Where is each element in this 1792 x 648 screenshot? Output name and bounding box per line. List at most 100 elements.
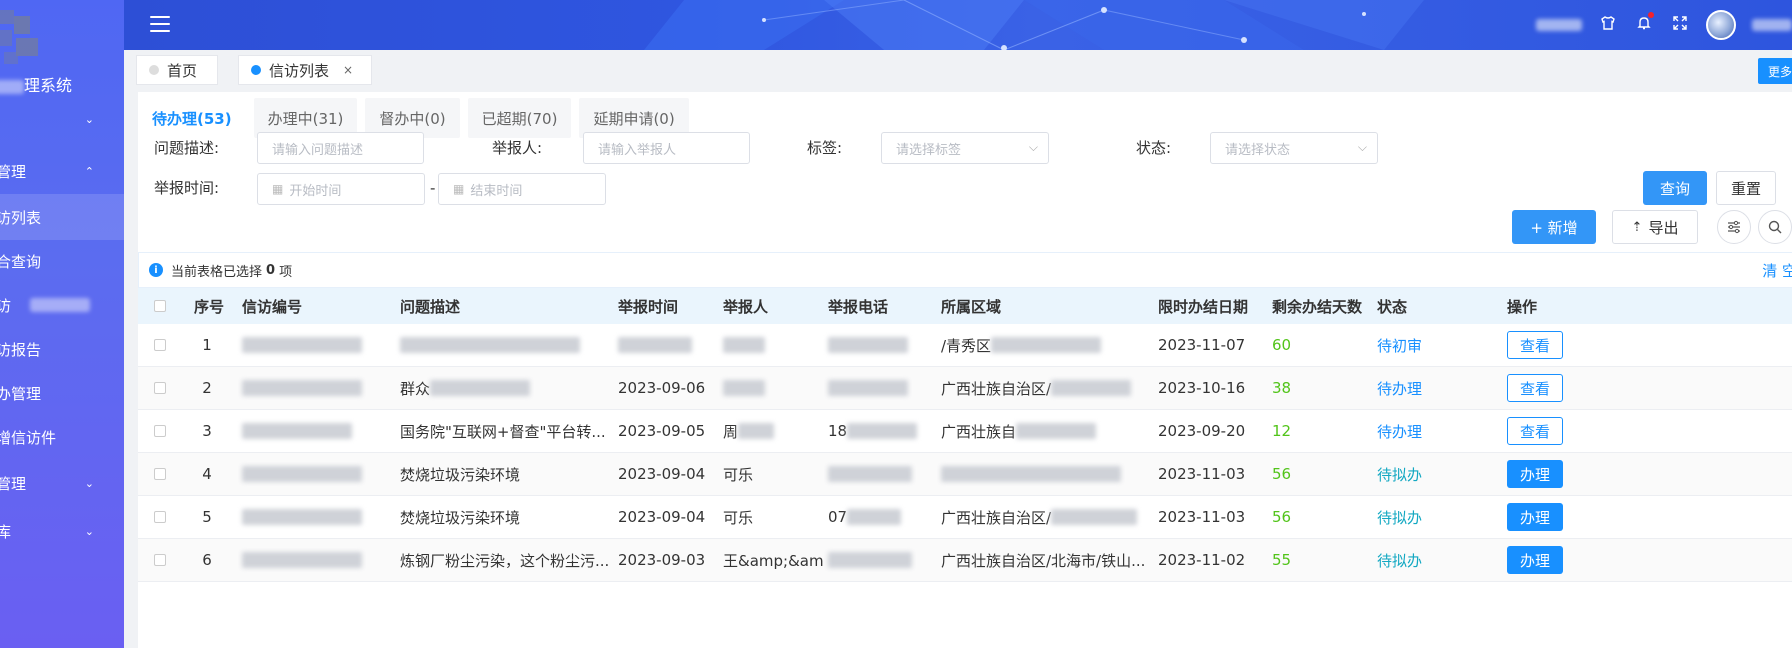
- search-icon[interactable]: [1758, 210, 1792, 244]
- cell-text: 焚烧垃圾污染环境: [400, 465, 521, 484]
- sidebar-item[interactable]: 办管理: [0, 370, 124, 416]
- redacted-text: [828, 337, 908, 353]
- reporter-input[interactable]: 请输入举报人: [583, 132, 750, 164]
- view-button[interactable]: 查看: [1507, 331, 1563, 359]
- checkbox[interactable]: [154, 300, 166, 312]
- view-button[interactable]: 查看: [1507, 417, 1563, 445]
- handle-button[interactable]: 办理: [1507, 546, 1563, 574]
- cell-desc: [400, 324, 580, 366]
- redacted-text: [242, 380, 362, 396]
- tab-3[interactable]: 已超期(70): [467, 98, 572, 138]
- clear-selection-link[interactable]: 清 空: [1762, 260, 1792, 281]
- redacted-text: [828, 380, 908, 396]
- cell-action: 查看: [1507, 324, 1563, 366]
- sidebar-item[interactable]: 管理 ⌃: [0, 148, 124, 194]
- start-time-input[interactable]: ▦ 开始时间: [257, 173, 425, 205]
- cell-text: 2: [202, 379, 212, 397]
- status-select[interactable]: 请选择状态 ⌵: [1210, 132, 1378, 164]
- table-row[interactable]: 3 国务院"互联网+督查"平台转... 2023-09-05 周 18 广西壮族自 2023…: [138, 410, 1792, 453]
- cell-time: [618, 324, 692, 366]
- query-button[interactable]: 查询: [1643, 171, 1707, 205]
- cell-action: 办理: [1507, 453, 1563, 495]
- cell-text: 广西壮族自治区/北海市/铁山...: [941, 551, 1146, 570]
- table-row[interactable]: 4 焚烧垃圾污染环境 2023-09-04 可乐 2023-11-03 56 待拟办 办理: [138, 453, 1792, 496]
- avatar[interactable]: [1706, 10, 1736, 40]
- tag-select[interactable]: 请选择标签 ⌵: [881, 132, 1049, 164]
- cell-desc: 炼钢厂粉尘污染，这个粉尘污...: [400, 539, 609, 581]
- column-header: 信访编号: [242, 297, 303, 316]
- sidebar-item[interactable]: 增信访件: [0, 414, 124, 460]
- tag-petition-list[interactable]: 信访列表 ×: [238, 55, 372, 85]
- handle-button[interactable]: 办理: [1507, 460, 1563, 488]
- select-all-checkbox[interactable]: [154, 288, 166, 324]
- time-label: 举报时间:: [154, 179, 220, 197]
- cell-text: /青秀区: [941, 336, 992, 355]
- row-checkbox[interactable]: [154, 539, 166, 581]
- cell-code: [242, 367, 362, 409]
- checkbox[interactable]: [154, 339, 166, 351]
- row-checkbox[interactable]: [154, 324, 166, 366]
- column-header: 操作: [1507, 297, 1538, 316]
- column-settings-icon[interactable]: [1717, 210, 1751, 244]
- checkbox[interactable]: [154, 425, 166, 437]
- table-row[interactable]: 2 群众 2023-09-06 广西壮族自治区/2023-10-16 38 待办理 查看: [138, 367, 1792, 410]
- end-time-input[interactable]: ▦ 结束时间: [438, 173, 606, 205]
- row-checkbox[interactable]: [154, 453, 166, 495]
- checkbox[interactable]: [154, 382, 166, 394]
- sidebar-item[interactable]: 访报告: [0, 326, 124, 372]
- sidebar: 理系统 ⌄ 管理 ⌃ 访列表合查询访访报告 办管理 增信访件 管理 ⌄ 库 ⌄: [0, 0, 124, 648]
- sidebar-item[interactable]: 合查询: [0, 238, 124, 284]
- sidebar-item[interactable]: 访列表: [0, 194, 124, 240]
- column-header: 问题描述: [400, 297, 461, 316]
- account-name-blurred[interactable]: [1752, 19, 1792, 31]
- column-header: 限时办结日期: [1158, 297, 1249, 316]
- shirt-icon[interactable]: [1598, 15, 1618, 35]
- checkbox[interactable]: [154, 554, 166, 566]
- row-checkbox[interactable]: [154, 367, 166, 409]
- tab-0[interactable]: 待办理(53): [138, 98, 246, 138]
- table-row[interactable]: 5 焚烧垃圾污染环境 2023-09-04 可乐 07 广西壮族自治区/2023-11-0…: [138, 496, 1792, 539]
- cell-status: 待初审: [1377, 324, 1422, 366]
- sidebar-item-label: 合查询: [0, 252, 42, 271]
- system-title: 理系统: [0, 72, 72, 96]
- checkbox[interactable]: [154, 511, 166, 523]
- tag-dot-icon: [251, 65, 261, 75]
- cell-days: 12: [1272, 410, 1291, 452]
- sidebar-item[interactable]: 访: [0, 282, 124, 328]
- redacted-text: [723, 337, 765, 353]
- fullscreen-icon[interactable]: [1670, 15, 1690, 35]
- sidebar-item[interactable]: 管理 ⌄: [0, 460, 124, 506]
- column-header: 所属区域: [941, 297, 1002, 316]
- cell-desc: 群众: [400, 367, 531, 409]
- more-button[interactable]: 更多: [1758, 58, 1792, 84]
- handle-button[interactable]: 办理: [1507, 503, 1563, 531]
- tag-home[interactable]: 首页: [136, 55, 218, 85]
- cell-text: 56: [1272, 508, 1292, 526]
- sidebar-item[interactable]: 库 ⌄: [0, 508, 124, 554]
- cell-text: 焚烧垃圾污染环境: [400, 508, 521, 527]
- row-checkbox[interactable]: [154, 496, 166, 538]
- menu-toggle-icon[interactable]: [150, 16, 170, 32]
- table-row[interactable]: 1/青秀区 2023-11-07 60 待初审 查看: [138, 324, 1792, 367]
- export-button[interactable]: ⇡ 导出: [1612, 210, 1698, 244]
- redacted-text: [828, 552, 912, 568]
- table-row[interactable]: 6 炼钢厂粉尘污染，这个粉尘污... 2023-09-03 王&amp;&am 广西壮族…: [138, 539, 1792, 582]
- sidebar-item[interactable]: ⌄: [0, 96, 124, 142]
- close-icon[interactable]: ×: [343, 63, 353, 77]
- cell-text: 周: [723, 422, 739, 441]
- checkbox[interactable]: [154, 468, 166, 480]
- bell-icon[interactable]: [1634, 12, 1654, 35]
- cell-days: 60: [1272, 324, 1291, 366]
- cell-text: 2023-11-03: [1158, 465, 1246, 483]
- range-separator: -: [430, 179, 436, 197]
- add-button[interactable]: + 新增: [1512, 210, 1596, 244]
- cell-phone: [828, 539, 912, 581]
- row-checkbox[interactable]: [154, 410, 166, 452]
- cell-text: 待拟办: [1377, 551, 1423, 570]
- redacted-text: [400, 337, 580, 353]
- view-button[interactable]: 查看: [1507, 374, 1563, 402]
- reset-button[interactable]: 重置: [1716, 171, 1776, 205]
- desc-input[interactable]: 请输入问题描述: [257, 132, 424, 164]
- cell-no: 1: [194, 324, 220, 366]
- cell-phone: [828, 324, 908, 366]
